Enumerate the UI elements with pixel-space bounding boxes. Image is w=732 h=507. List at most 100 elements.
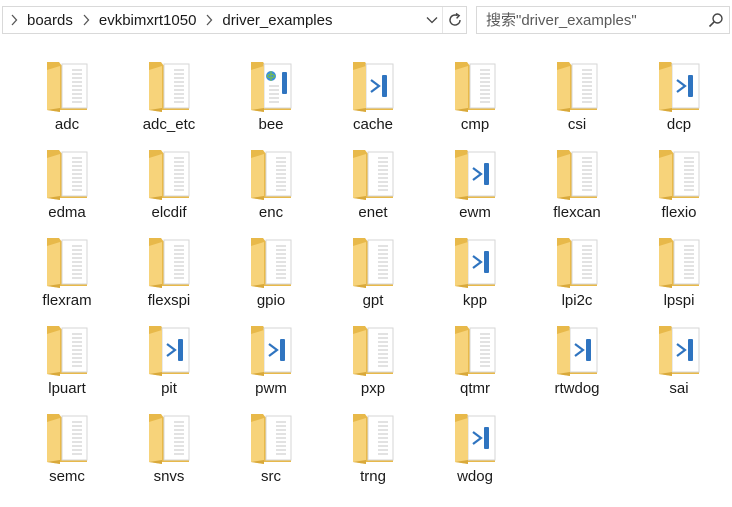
folder-item-enc[interactable]: enc [220,142,322,230]
folder-label: elcdif [151,204,187,221]
folder-label: src [261,468,281,485]
folder-label: lpi2c [561,292,593,309]
folder-item-lpspi[interactable]: lpspi [628,230,730,318]
folder-icon [145,58,193,114]
folder-label: snvs [153,468,185,485]
folder-icon [349,234,397,290]
breadcrumb-evkbimxrt1050[interactable]: evkbimxrt1050 [97,12,199,29]
folder-item-gpio[interactable]: gpio [220,230,322,318]
folder-label: flexio [661,204,697,221]
chevron-right-icon[interactable] [75,7,97,33]
folder-item-pwm[interactable]: pwm [220,318,322,406]
folder-label: wdog [457,468,493,485]
folder-item-csi[interactable]: csi [526,54,628,142]
folder-item-rtwdog[interactable]: rtwdog [526,318,628,406]
folder-item-cmp[interactable]: cmp [424,54,526,142]
folder-vs-icon [247,322,295,378]
folder-item-wdog[interactable]: wdog [424,406,526,494]
chevron-right-icon[interactable] [198,7,220,33]
breadcrumb-driver-examples[interactable]: driver_examples [220,12,334,29]
folder-icon [43,410,91,466]
folder-icon [145,410,193,466]
folder-icon [451,58,499,114]
folder-label: qtmr [460,380,490,397]
folder-icon [655,146,703,202]
folder-icon [145,234,193,290]
folder-item-enet[interactable]: enet [322,142,424,230]
breadcrumb-boards[interactable]: boards [25,12,75,29]
address-bar[interactable]: boards evkbimxrt1050 driver_examples [2,6,467,34]
folder-icon [349,322,397,378]
folder-label: pit [161,380,177,397]
folder-label: sai [669,380,689,397]
folder-label: lpspi [663,292,695,309]
chevron-down-icon[interactable] [422,7,442,33]
folder-icon [349,410,397,466]
folder-item-edma[interactable]: edma [16,142,118,230]
folder-label: kpp [462,292,488,309]
folder-vs-icon [145,322,193,378]
folder-icon [655,234,703,290]
folder-item-flexspi[interactable]: flexspi [118,230,220,318]
folder-label: enet [358,204,388,221]
folder-label: adc_etc [142,116,196,133]
folder-item-cache[interactable]: cache [322,54,424,142]
folder-item-gpt[interactable]: gpt [322,230,424,318]
folder-label: gpt [362,292,384,309]
folder-item-flexram[interactable]: flexram [16,230,118,318]
folder-icon [43,234,91,290]
folder-item-adc_etc[interactable]: adc_etc [118,54,220,142]
folder-item-lpi2c[interactable]: lpi2c [526,230,628,318]
folder-label: cmp [460,116,490,133]
folder-label: lpuart [48,380,86,397]
folder-icon [145,146,193,202]
folder-label: ewm [459,204,491,221]
folder-item-lpuart[interactable]: lpuart [16,318,118,406]
folder-item-pit[interactable]: pit [118,318,220,406]
folder-label: enc [258,204,284,221]
folder-label: flexcan [553,204,601,221]
folder-item-src[interactable]: src [220,406,322,494]
folder-item-semc[interactable]: semc [16,406,118,494]
folder-web-icon [247,58,295,114]
folder-label: pxp [360,380,386,397]
folder-icon [43,58,91,114]
folder-item-elcdif[interactable]: elcdif [118,142,220,230]
folder-item-pxp[interactable]: pxp [322,318,424,406]
search-input[interactable] [477,8,703,32]
folder-label: bee [258,116,284,133]
folder-icon [451,322,499,378]
folder-icon [349,146,397,202]
folder-item-kpp[interactable]: kpp [424,230,526,318]
folder-icon [553,234,601,290]
toolbar: boards evkbimxrt1050 driver_examples [0,0,732,40]
folder-item-flexcan[interactable]: flexcan [526,142,628,230]
folder-icon [247,146,295,202]
folder-icon [553,146,601,202]
folder-item-ewm[interactable]: ewm [424,142,526,230]
folder-icon [247,410,295,466]
search-box[interactable] [476,6,730,34]
folder-label: flexram [42,292,92,309]
chevron-right-icon[interactable] [3,7,25,33]
folder-icon [247,234,295,290]
folder-vs-icon [655,58,703,114]
folder-label: gpio [256,292,286,309]
folder-vs-icon [655,322,703,378]
folder-item-adc[interactable]: adc [16,54,118,142]
folder-item-sai[interactable]: sai [628,318,730,406]
refresh-icon[interactable] [442,7,466,33]
folder-item-dcp[interactable]: dcp [628,54,730,142]
folder-item-flexio[interactable]: flexio [628,142,730,230]
folder-item-bee[interactable]: bee [220,54,322,142]
folder-icon [553,58,601,114]
folder-label: cache [352,116,394,133]
folder-label: adc [54,116,80,133]
folder-vs-icon [451,146,499,202]
folder-label: trng [360,468,386,485]
folder-item-qtmr[interactable]: qtmr [424,318,526,406]
folder-vs-icon [451,234,499,290]
folder-item-snvs[interactable]: snvs [118,406,220,494]
folder-item-trng[interactable]: trng [322,406,424,494]
search-icon[interactable] [703,7,729,33]
